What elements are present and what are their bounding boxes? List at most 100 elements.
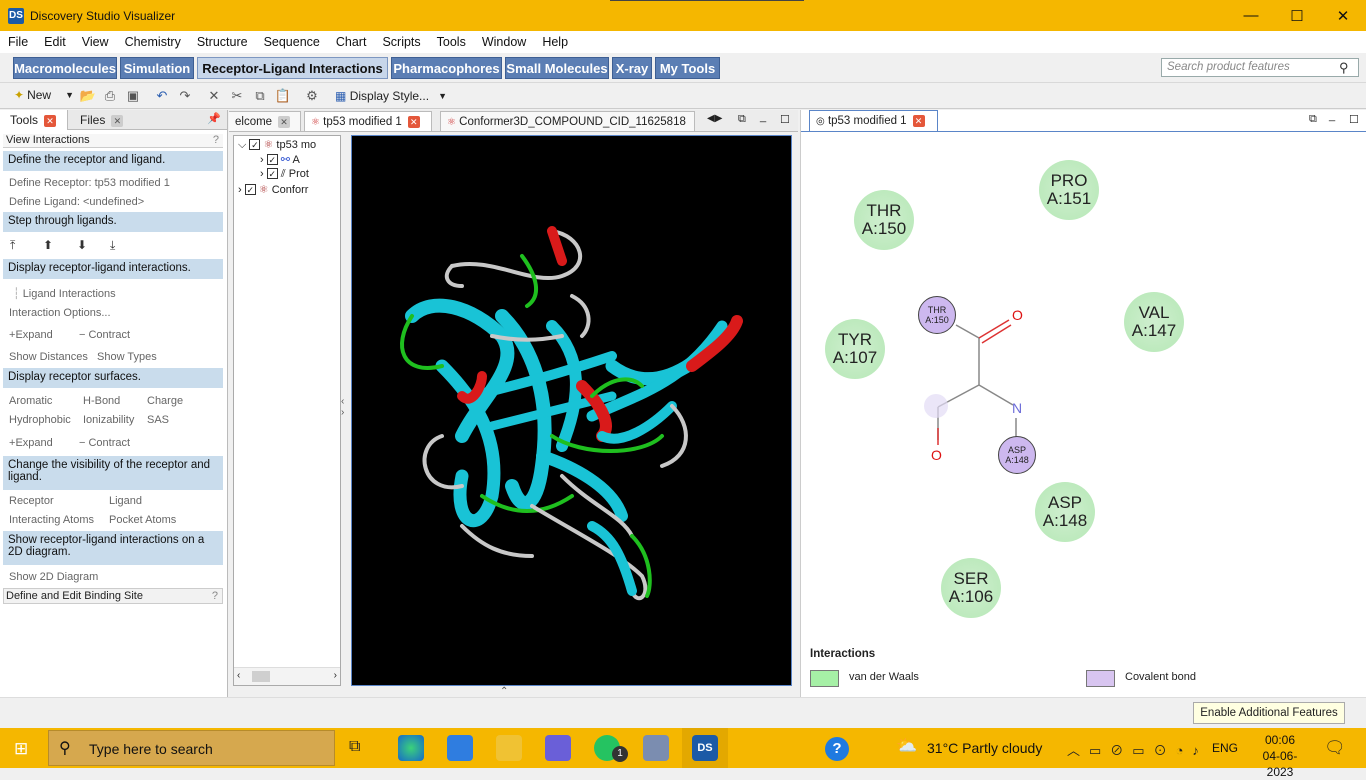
- search-icon[interactable]: ⚲: [1339, 60, 1349, 76]
- menu-sequence[interactable]: Sequence: [256, 35, 328, 49]
- windows-start-icon[interactable]: ⊞: [14, 739, 28, 759]
- tab-tools[interactable]: Tools ✕: [0, 110, 68, 130]
- minimize-button[interactable]: —: [1228, 0, 1274, 31]
- undo-icon[interactable]: ↶: [153, 87, 171, 105]
- menu-chemistry[interactable]: Chemistry: [117, 35, 189, 49]
- file-explorer-icon[interactable]: [496, 735, 522, 761]
- interaction-options-link[interactable]: Interaction Options...: [9, 307, 111, 319]
- expand-surfaces-link[interactable]: +Expand: [9, 437, 53, 449]
- tab-conformer[interactable]: ⚛ Conformer3D_COMPOUND_CID_11625818✕: [440, 111, 695, 149]
- tab-files[interactable]: Files ✕: [70, 110, 130, 130]
- notifications-icon[interactable]: 🗨: [1324, 738, 1346, 758]
- tab-welcome[interactable]: elcome ✕: [229, 111, 301, 132]
- enable-features-button[interactable]: Enable Additional Features: [1193, 702, 1345, 724]
- close-icon[interactable]: ✕: [44, 114, 57, 127]
- close-icon[interactable]: ✕: [407, 115, 420, 128]
- tab-simulation[interactable]: Simulation: [120, 57, 194, 79]
- show-types-link[interactable]: Show Types: [97, 351, 157, 363]
- ligand-atom-asp[interactable]: ASP A:148: [998, 436, 1036, 474]
- aromatic-link[interactable]: Aromatic: [9, 395, 52, 407]
- menu-view[interactable]: View: [74, 35, 117, 49]
- tab-macromolecules[interactable]: Macromolecules: [13, 57, 117, 79]
- app-icon-purple[interactable]: [545, 735, 571, 761]
- paste-icon[interactable]: 📋: [274, 87, 292, 105]
- task-view-icon[interactable]: ⧉: [349, 738, 360, 756]
- tree-row-tp53[interactable]: ⌵ ✓ ⚛ tp53 mo: [238, 138, 316, 152]
- display-style-button[interactable]: ▦ Display Style... ▼: [335, 87, 449, 105]
- redo-icon[interactable]: ↷: [176, 87, 194, 105]
- next-ligand-icon[interactable]: ⬇: [77, 238, 87, 252]
- minimize-icon[interactable]: _: [760, 111, 766, 123]
- weather-icon[interactable]: ⛅: [896, 736, 917, 756]
- restore-icon[interactable]: ⧉: [738, 113, 746, 126]
- show-2d-diagram-link[interactable]: Show 2D Diagram: [9, 571, 98, 583]
- gear-icon[interactable]: ⚙: [303, 87, 321, 105]
- receptor-link[interactable]: Receptor: [9, 495, 54, 507]
- ligand-atom-thr[interactable]: THR A:150: [918, 296, 956, 334]
- menu-file[interactable]: File: [0, 35, 36, 49]
- print-icon[interactable]: ⎙: [101, 87, 119, 105]
- copy-icon[interactable]: ⧉: [251, 87, 269, 105]
- close-icon[interactable]: ✕: [111, 114, 124, 127]
- discovery-studio-taskbar-button[interactable]: DS: [682, 728, 728, 768]
- help-icon[interactable]: ?: [825, 737, 849, 761]
- ligand-interactions-link[interactable]: ┆ Ligand Interactions: [13, 287, 116, 300]
- tab-pharmacophores[interactable]: Pharmacophores: [391, 57, 502, 79]
- menu-help[interactable]: Help: [534, 35, 576, 49]
- last-ligand-icon[interactable]: ⤓: [110, 238, 115, 253]
- menu-chart[interactable]: Chart: [328, 35, 375, 49]
- pocket-atoms-link[interactable]: Pocket Atoms: [109, 514, 176, 526]
- hbond-link[interactable]: H-Bond: [83, 395, 120, 407]
- define-ligand-link[interactable]: Define Ligand: <undefined>: [9, 196, 144, 208]
- tab-receptor-ligand[interactable]: Receptor-Ligand Interactions: [197, 57, 388, 79]
- menu-window[interactable]: Window: [474, 35, 534, 49]
- tree-row-chain-a[interactable]: › ✓ ⚯ A: [260, 153, 300, 166]
- binding-site-header[interactable]: Define and Edit Binding Site?: [3, 588, 223, 604]
- tab-scroll-left-icon[interactable]: ◀▶: [707, 113, 722, 124]
- tab-my-tools[interactable]: My Tools: [655, 57, 720, 79]
- ionizability-link[interactable]: Ionizability: [83, 414, 134, 426]
- ligand-link[interactable]: Ligand: [109, 495, 142, 507]
- tree-row-prot[interactable]: › ✓ ⫽ Prot: [260, 168, 309, 181]
- menu-scripts[interactable]: Scripts: [374, 35, 428, 49]
- store-icon[interactable]: [447, 735, 473, 761]
- maximize-icon[interactable]: ☐: [780, 113, 790, 126]
- tab-small-molecules[interactable]: Small Molecules: [505, 57, 609, 79]
- sas-link[interactable]: SAS: [147, 414, 169, 426]
- menu-edit[interactable]: Edit: [36, 35, 74, 49]
- cut-icon[interactable]: ✂: [228, 87, 246, 105]
- tree-horizontal-scrollbar[interactable]: ‹ ›: [234, 667, 340, 685]
- language-indicator[interactable]: ENG: [1212, 741, 1238, 755]
- tree-row-conformer[interactable]: › ✓ ⚛ Conforr: [238, 183, 308, 196]
- app-icon-gray[interactable]: [643, 735, 669, 761]
- expand-link[interactable]: +Expand: [9, 329, 53, 341]
- pin-icon[interactable]: 📌: [207, 112, 221, 125]
- taskbar-search-box[interactable]: ⚲ Type here to search: [48, 730, 335, 766]
- tab-xray[interactable]: X-ray: [612, 57, 652, 79]
- save-icon[interactable]: ▣: [124, 87, 142, 105]
- weather-text[interactable]: 31°C Partly cloudy: [927, 740, 1042, 756]
- contract-surfaces-link[interactable]: − Contract: [79, 437, 130, 449]
- close-button[interactable]: ✕: [1320, 0, 1366, 31]
- search-input[interactable]: Search product features: [1161, 58, 1359, 77]
- new-button[interactable]: ✦ New ▼: [14, 88, 74, 102]
- delete-icon[interactable]: ✕: [205, 87, 223, 105]
- interacting-atoms-link[interactable]: Interacting Atoms: [9, 514, 94, 526]
- contract-link[interactable]: − Contract: [79, 329, 130, 341]
- hydrophobic-link[interactable]: Hydrophobic: [9, 414, 71, 426]
- maximize-button[interactable]: ☐: [1274, 0, 1320, 31]
- open-icon[interactable]: 📂: [79, 87, 97, 105]
- previous-ligand-icon[interactable]: ⬆: [43, 238, 53, 252]
- define-receptor-link[interactable]: Define Receptor: tp53 modified 1: [9, 177, 170, 189]
- first-ligand-icon[interactable]: ⤒: [10, 238, 15, 253]
- collapse-arrow-icon[interactable]: ‹ ›: [341, 396, 344, 418]
- show-distances-link[interactable]: Show Distances: [9, 351, 88, 363]
- edge-browser-icon[interactable]: [398, 735, 424, 761]
- clock[interactable]: 00:06 04-06-2023: [1250, 732, 1310, 780]
- menu-tools[interactable]: Tools: [429, 35, 474, 49]
- collapse-up-icon[interactable]: ⌃: [500, 686, 508, 697]
- tab-tp53-modified[interactable]: ⚛ tp53 modified 1 ✕: [304, 111, 432, 132]
- 3d-viewer[interactable]: [351, 135, 792, 686]
- menu-structure[interactable]: Structure: [189, 35, 256, 49]
- system-tray-icons[interactable]: ︿▭⊘▭⊙◔♪: [1067, 740, 1208, 759]
